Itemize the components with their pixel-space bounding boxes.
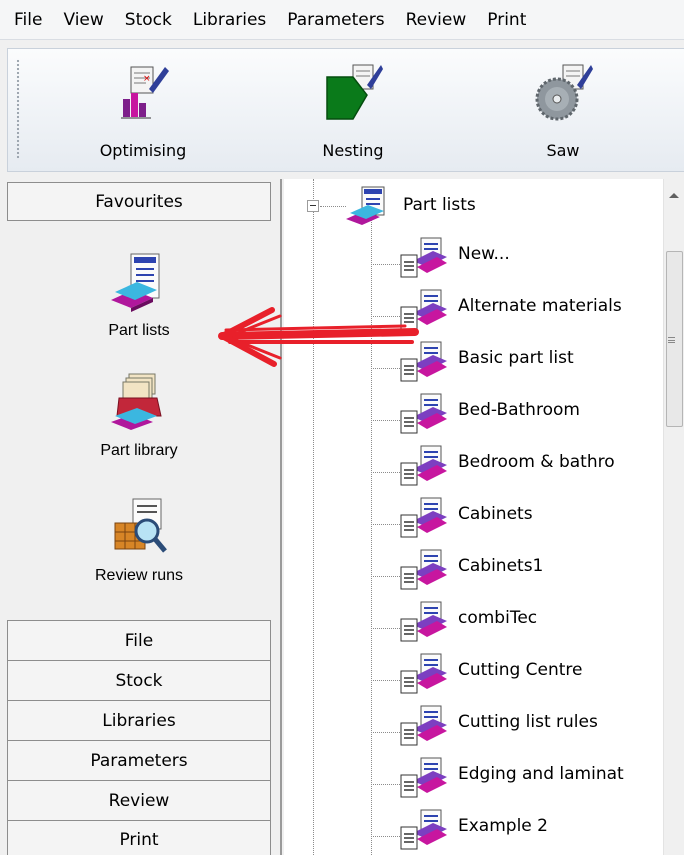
tree-item[interactable]: New...: [284, 231, 663, 283]
menu-parameters[interactable]: Parameters: [287, 10, 384, 30]
tree-item-label: combiTec: [458, 608, 538, 628]
tree-item[interactable]: Cabinets: [284, 491, 663, 543]
nav-print[interactable]: Print: [7, 820, 271, 855]
favourite-review-runs[interactable]: Review runs: [7, 497, 271, 585]
tree-item[interactable]: Cutting list rules: [284, 699, 663, 751]
menu-libraries[interactable]: Libraries: [193, 10, 266, 30]
menu-file[interactable]: File: [14, 10, 42, 30]
menu-bar: File View Stock Libraries Parameters Rev…: [0, 0, 684, 40]
tree-item[interactable]: Basic part list: [284, 335, 663, 387]
tree-item-label: Bed-Bathroom: [458, 400, 580, 420]
part-lists-folder-icon: [346, 186, 385, 225]
nav-stock[interactable]: Stock: [7, 660, 271, 700]
nesting-shape-icon: [326, 64, 383, 120]
toolbar-grip[interactable]: [16, 59, 20, 159]
part-list-file-icon: [400, 601, 447, 642]
tree-item-label: Alternate materials: [458, 296, 622, 316]
scrollbar-grip-icon: [668, 337, 675, 343]
menu-print[interactable]: Print: [487, 10, 526, 30]
collapse-toggle-icon[interactable]: [307, 200, 319, 212]
nav-review[interactable]: Review: [7, 780, 271, 820]
tree-item-label: Basic part list: [458, 348, 574, 368]
menu-stock[interactable]: Stock: [125, 10, 172, 30]
toolbar: × Optimising Nesting Saw: [7, 48, 684, 172]
favourite-part-library-label: Part library: [100, 442, 178, 459]
part-lists-tree: Part lists New... Alternate materials Ba…: [284, 179, 663, 855]
optimising-chart-icon: ×: [121, 66, 169, 119]
optimising-label: Optimising: [99, 141, 187, 160]
nesting-label: Nesting: [322, 141, 384, 160]
tree-scrollbar[interactable]: [663, 179, 684, 855]
tree-item-label: Bedroom & bathro: [458, 452, 615, 472]
optimising-button[interactable]: × Optimising: [73, 49, 213, 171]
favourites-area: Part lists Part library Review runs: [7, 222, 271, 656]
part-list-file-icon: [400, 809, 447, 850]
svg-text:×: ×: [143, 74, 151, 84]
tree-root-part-lists[interactable]: Part lists: [284, 179, 663, 231]
saw-button[interactable]: Saw: [513, 49, 613, 171]
tree-item-label: Cutting list rules: [458, 712, 598, 732]
part-list-file-icon: [400, 445, 447, 486]
tree-item[interactable]: Cutting Centre: [284, 647, 663, 699]
saw-blade-icon: [535, 64, 593, 121]
tree-item[interactable]: Bedroom & bathro: [284, 439, 663, 491]
tree-item-label: Edging and laminat: [458, 764, 624, 784]
menu-view[interactable]: View: [63, 10, 103, 30]
tree-item[interactable]: Bed-Bathroom: [284, 387, 663, 439]
part-library-icon: [111, 373, 162, 430]
tree-item[interactable]: Example 2: [284, 803, 663, 855]
review-runs-icon: [114, 498, 167, 553]
favourites-header[interactable]: Favourites: [7, 182, 271, 221]
nav-parameters[interactable]: Parameters: [7, 740, 271, 780]
favourite-part-library[interactable]: Part library: [7, 372, 271, 460]
tree-item-label: Cutting Centre: [458, 660, 583, 680]
tree-item[interactable]: combiTec: [284, 595, 663, 647]
favourite-part-lists-label: Part lists: [108, 322, 170, 339]
tree-item[interactable]: Alternate materials: [284, 283, 663, 335]
part-list-file-icon: [400, 705, 447, 746]
nav-file[interactable]: File: [7, 620, 271, 660]
saw-label: Saw: [546, 141, 580, 160]
favourite-part-lists[interactable]: Part lists: [7, 252, 271, 340]
tree-item[interactable]: Cabinets1: [284, 543, 663, 595]
part-list-file-icon: [400, 497, 447, 538]
part-list-file-icon: [400, 653, 447, 694]
favourite-review-runs-label: Review runs: [94, 567, 184, 584]
part-list-file-icon: [400, 341, 447, 382]
tree-item-label: New...: [458, 244, 510, 264]
part-list-file-icon: [400, 549, 447, 590]
part-list-file-icon: [400, 393, 447, 434]
part-list-file-icon: [400, 237, 447, 278]
scroll-up-icon[interactable]: [669, 193, 679, 198]
tree-item[interactable]: Edging and laminat: [284, 751, 663, 803]
menu-review[interactable]: Review: [406, 10, 467, 30]
part-list-file-icon: [400, 289, 447, 330]
part-list-file-icon: [400, 757, 447, 798]
tree-root-label: Part lists: [403, 195, 476, 215]
tree-item-label: Cabinets1: [458, 556, 544, 576]
tree-item-label: Example 2: [458, 816, 548, 836]
tree-item-label: Cabinets: [458, 504, 533, 524]
outlook-bar: Favourites Part lists Part library Revie…: [0, 179, 282, 855]
nav-libraries[interactable]: Libraries: [7, 700, 271, 740]
nesting-button[interactable]: Nesting: [293, 49, 413, 171]
part-lists-icon: [111, 253, 160, 312]
